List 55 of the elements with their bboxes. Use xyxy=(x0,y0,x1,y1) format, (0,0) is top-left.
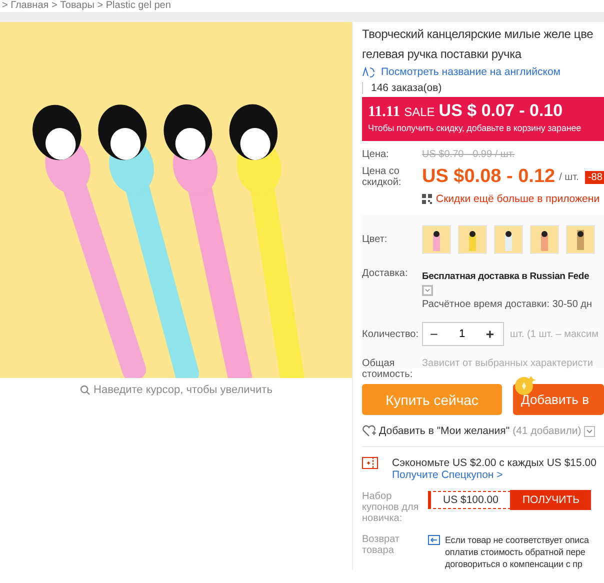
shipping-method: Бесплатная доставка в Russian Fede xyxy=(422,271,590,282)
discount-badge: -88 xyxy=(584,170,604,184)
quantity-stepper[interactable]: − 1 + xyxy=(422,322,504,346)
wishlist-count: (41 добавили) xyxy=(512,425,582,437)
qr-code-icon xyxy=(422,194,432,204)
discount-label: Цена со скидкой: xyxy=(362,166,402,188)
quantity-note: шт. (1 шт. – максим xyxy=(510,328,598,340)
color-swatch[interactable] xyxy=(566,225,595,254)
returns-text: оплатив стоимость обратной пере xyxy=(445,546,586,558)
price-label: Цена: xyxy=(362,149,390,160)
color-swatch[interactable] xyxy=(494,225,523,254)
event-label: 11.11 xyxy=(368,104,400,121)
returns-text: Если товар не соответствует описа xyxy=(445,534,589,546)
chevron-down-icon xyxy=(584,426,596,436)
magnifier-icon xyxy=(80,385,90,395)
quantity-input[interactable]: 1 xyxy=(445,328,479,340)
product-title: Творческий канцелярские милые желе цве xyxy=(362,26,594,42)
get-coupon-button[interactable]: ПОЛУЧИТЬ xyxy=(510,490,592,510)
coupon-link[interactable]: Получите Спецкупон > xyxy=(392,469,596,481)
delivery-estimate-label: Расчётное время доставки: xyxy=(422,299,550,310)
translate-link[interactable]: Посмотреть название на английском xyxy=(381,66,561,78)
app-promo: Скидки ещё больше в приложени xyxy=(436,193,600,205)
return-policy-icon xyxy=(428,535,440,545)
shipping-label: Доставка: xyxy=(362,268,409,279)
delivery-estimate-value: 30-50 дн xyxy=(552,299,592,310)
returns-text: договориться о компенсации с пр xyxy=(445,558,584,570)
total-value: Зависит от выбранных характеристи xyxy=(422,358,593,369)
quantity-label: Количество: xyxy=(362,328,420,340)
chevron-down-icon xyxy=(422,285,433,296)
price-unit: / шт. xyxy=(559,172,579,182)
coin-icon xyxy=(514,374,536,396)
order-count: 146 заказа(ов) xyxy=(362,82,442,94)
color-swatch[interactable] xyxy=(530,225,559,254)
sale-price: US $ 0.07 - 0.10 xyxy=(438,101,563,121)
translate-icon xyxy=(362,66,376,78)
total-label: Общая стоимость: xyxy=(362,358,414,380)
color-swatch[interactable] xyxy=(422,225,451,254)
coupon-icon xyxy=(362,457,378,469)
zoom-hint: Наведите курсор, чтобы увеличить xyxy=(94,384,272,396)
wishlist-link[interactable]: Добавить в "Мои желания" xyxy=(379,425,510,437)
coupon-amount: US $100.00 xyxy=(442,494,500,506)
heart-plus-icon xyxy=(362,425,376,437)
product-title: гелевая ручка поставки ручка xyxy=(362,46,522,62)
color-swatch[interactable] xyxy=(458,225,487,254)
sale-label: SALE xyxy=(404,105,435,119)
minus-button[interactable]: − xyxy=(423,326,445,342)
plus-button[interactable]: + xyxy=(479,326,501,342)
sale-note: Чтобы получить скидку, добавьте в корзину заранее xyxy=(368,122,582,134)
returns-label: Возврат товара xyxy=(362,534,400,558)
breadcrumb: > Главная > Товары > Plastic gel pen xyxy=(1,0,171,12)
coupon-set-label: Набор купонов для новичка: xyxy=(362,491,420,524)
color-label: Цвет: xyxy=(362,234,388,245)
original-price: US $0.70 - 0.99 / шт. xyxy=(422,149,515,160)
discount-price: US $0.08 - 0.12 xyxy=(422,166,556,188)
coupon-offer: Сэкономьте US $2.00 с каждых US $15.00 xyxy=(392,457,596,469)
